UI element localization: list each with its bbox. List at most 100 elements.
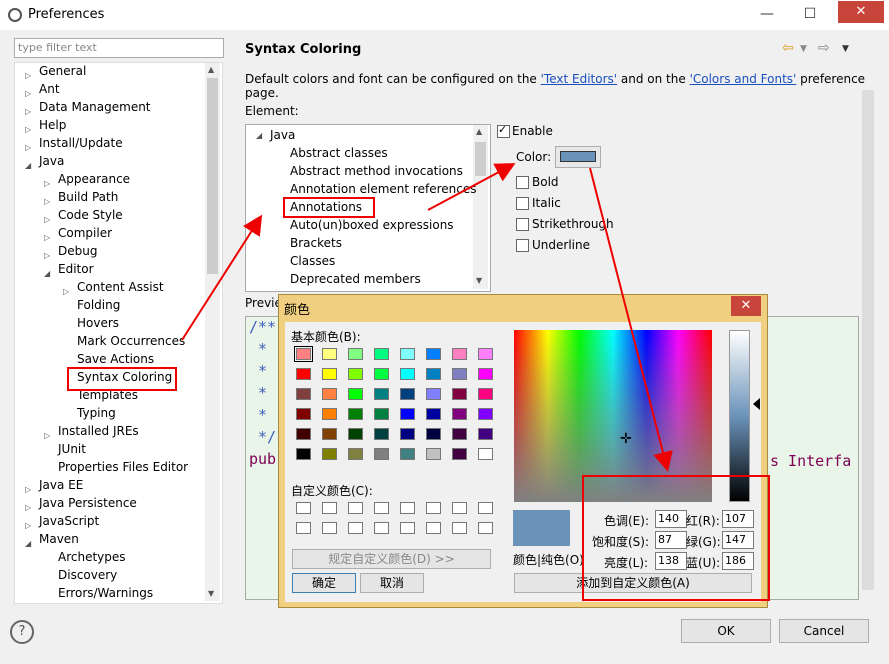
custom-color-swatch[interactable] [478, 502, 493, 514]
custom-color-swatch[interactable] [374, 522, 389, 534]
basic-color-swatch[interactable] [452, 368, 467, 380]
basic-color-swatch[interactable] [348, 428, 363, 440]
forward-icon[interactable]: ⇨ [818, 40, 830, 56]
custom-color-swatch[interactable] [400, 522, 415, 534]
strikethrough-checkbox[interactable] [516, 218, 529, 231]
tree-item[interactable]: Java Persistence [39, 495, 137, 511]
tree-item[interactable]: Build Path [58, 189, 118, 205]
basic-color-swatch[interactable] [294, 346, 313, 362]
basic-color-swatch[interactable] [374, 368, 389, 380]
underline-checkbox[interactable] [516, 239, 529, 252]
basic-color-swatch[interactable] [374, 408, 389, 420]
basic-color-swatch[interactable] [426, 368, 441, 380]
basic-color-swatch[interactable] [452, 428, 467, 440]
custom-color-swatch[interactable] [452, 522, 467, 534]
tree-item[interactable]: Install/Update [39, 135, 123, 151]
basic-color-swatch[interactable] [452, 388, 467, 400]
tree-item[interactable]: Ant [39, 81, 60, 97]
color-dialog-close-button[interactable]: ✕ [731, 296, 761, 316]
basic-color-swatch[interactable] [296, 408, 311, 420]
tree-item[interactable]: Discovery [58, 567, 117, 583]
basic-color-swatch[interactable] [478, 408, 493, 420]
basic-color-swatch[interactable] [322, 448, 337, 460]
collapsed-icon[interactable]: ▷ [25, 503, 31, 512]
tree-item[interactable]: Content Assist [77, 279, 164, 295]
custom-color-swatch[interactable] [322, 502, 337, 514]
back-icon[interactable]: ⇦ [782, 40, 794, 56]
tree-item[interactable]: Debug [58, 243, 97, 259]
custom-color-swatch[interactable] [296, 502, 311, 514]
basic-color-swatch[interactable] [478, 428, 493, 440]
tree-item[interactable]: Hovers [77, 315, 119, 331]
basic-color-swatch[interactable] [348, 448, 363, 460]
basic-color-swatch[interactable] [452, 408, 467, 420]
basic-color-swatch[interactable] [296, 368, 311, 380]
view-menu-icon[interactable]: ▼ [842, 44, 849, 54]
collapsed-icon[interactable]: ▷ [44, 215, 50, 224]
custom-color-swatch[interactable] [478, 522, 493, 534]
tree-item[interactable]: Compiler [58, 225, 112, 241]
collapsed-icon[interactable]: ▷ [25, 89, 31, 98]
basic-color-swatch[interactable] [322, 368, 337, 380]
collapsed-icon[interactable]: ▷ [44, 233, 50, 242]
basic-color-swatch[interactable] [426, 448, 441, 460]
tree-item[interactable]: Folding [77, 297, 120, 313]
scroll-up-icon[interactable]: ▲ [476, 127, 482, 136]
tree-item[interactable]: Mark Occurrences [77, 333, 185, 349]
collapsed-icon[interactable]: ▷ [44, 431, 50, 440]
collapsed-icon[interactable]: ▷ [25, 143, 31, 152]
basic-color-swatch[interactable] [322, 388, 337, 400]
collapsed-icon[interactable]: ▷ [25, 521, 31, 530]
tree-item[interactable]: Archetypes [58, 549, 126, 565]
basic-color-swatch[interactable] [374, 348, 389, 360]
custom-color-swatch[interactable] [426, 502, 441, 514]
element-item[interactable]: Brackets [290, 235, 342, 251]
element-item[interactable]: Annotation element references [290, 181, 476, 197]
luminance-arrow-icon[interactable] [753, 398, 760, 410]
custom-color-swatch[interactable] [426, 522, 441, 534]
cancel-button[interactable]: Cancel [779, 619, 869, 643]
element-item[interactable]: Classes [290, 253, 335, 269]
custom-color-swatch[interactable] [322, 522, 337, 534]
custom-color-swatch[interactable] [452, 502, 467, 514]
ok-button[interactable]: OK [681, 619, 771, 643]
tree-item[interactable]: Java EE [39, 477, 83, 493]
basic-color-swatch[interactable] [374, 428, 389, 440]
scroll-down-icon[interactable]: ▼ [208, 589, 214, 598]
custom-color-swatch[interactable] [348, 502, 363, 514]
custom-color-swatch[interactable] [296, 522, 311, 534]
basic-color-swatch[interactable] [348, 348, 363, 360]
close-button[interactable]: ✕ [838, 1, 884, 23]
color-ok-button[interactable]: 确定 [292, 573, 356, 593]
tree-item[interactable]: Java [39, 153, 64, 169]
filter-input[interactable]: type filter text [14, 38, 224, 58]
scroll-up-icon[interactable]: ▲ [208, 65, 214, 74]
basic-color-swatch[interactable] [296, 388, 311, 400]
tree-scroll-thumb[interactable] [207, 78, 218, 274]
tree-item[interactable]: General [39, 63, 86, 79]
custom-color-swatch[interactable] [374, 502, 389, 514]
minimize-button[interactable]: — [752, 0, 782, 30]
basic-color-swatch[interactable] [374, 448, 389, 460]
tree-item[interactable]: Save Actions [77, 351, 154, 367]
element-item[interactable]: Abstract classes [290, 145, 388, 161]
basic-color-swatch[interactable] [400, 348, 415, 360]
expanded-icon[interactable]: ◢ [25, 539, 31, 548]
basic-color-swatch[interactable] [426, 408, 441, 420]
collapsed-icon[interactable]: ▷ [25, 125, 31, 134]
tree-item[interactable]: Editor [58, 261, 94, 277]
basic-color-swatch[interactable] [478, 368, 493, 380]
basic-color-swatch[interactable] [322, 348, 337, 360]
element-item[interactable]: Java [270, 127, 295, 143]
basic-color-swatch[interactable] [400, 448, 415, 460]
expanded-icon[interactable]: ◢ [256, 131, 262, 140]
basic-color-swatch[interactable] [296, 428, 311, 440]
tree-item[interactable]: Installed JREs [58, 423, 139, 439]
italic-checkbox[interactable] [516, 197, 529, 210]
tree-item[interactable]: Code Style [58, 207, 123, 223]
color-cancel-button[interactable]: 取消 [360, 573, 424, 593]
basic-color-swatch[interactable] [478, 448, 493, 460]
basic-color-swatch[interactable] [452, 448, 467, 460]
collapsed-icon[interactable]: ▷ [25, 71, 31, 80]
maximize-button[interactable]: ☐ [795, 0, 825, 30]
